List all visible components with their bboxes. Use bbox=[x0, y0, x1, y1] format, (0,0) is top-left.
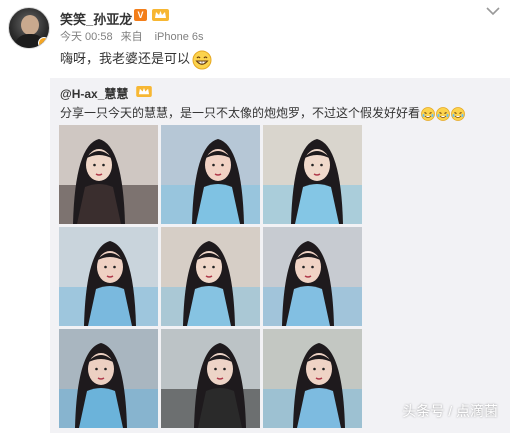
watermark: 头条号 / 点滴菌 bbox=[402, 403, 498, 419]
source-prefix: 来自 bbox=[120, 31, 143, 43]
photo-image bbox=[263, 329, 362, 428]
photo-image bbox=[59, 125, 158, 224]
photo-thumbnail[interactable] bbox=[59, 329, 158, 428]
photo-thumbnail[interactable] bbox=[161, 125, 260, 224]
post-time[interactable]: 今天 00:58 bbox=[60, 31, 113, 43]
photo-thumbnail[interactable] bbox=[59, 125, 158, 224]
crying-laugh-emoji-icon bbox=[421, 106, 435, 121]
photo-image bbox=[59, 329, 158, 428]
photo-image bbox=[263, 227, 362, 326]
author-name[interactable]: 笑笑_孙亚龙 bbox=[60, 9, 132, 28]
repost-block: @H-ax_慧慧 分享一只今天的慧慧，是一只不太像的炮炮罗，不过这个假发好好看 bbox=[50, 78, 510, 433]
author-avatar[interactable] bbox=[8, 7, 50, 49]
crying-laugh-emoji-icon bbox=[451, 106, 465, 121]
chevron-down-icon[interactable] bbox=[486, 6, 500, 16]
post-text: 嗨呀，我老婆还是可以 bbox=[60, 48, 212, 70]
photo-image bbox=[161, 227, 260, 326]
post-text-content: 嗨呀，我老婆还是可以 bbox=[60, 51, 191, 66]
photo-image bbox=[59, 227, 158, 326]
post-meta: 今天 00:58 来自 iPhone 6s bbox=[60, 28, 212, 44]
photo-thumbnail[interactable] bbox=[161, 329, 260, 428]
verified-badge-icon bbox=[38, 37, 49, 48]
photo-image bbox=[263, 125, 362, 224]
photo-thumbnail[interactable] bbox=[161, 227, 260, 326]
post-source[interactable]: iPhone 6s bbox=[155, 31, 204, 43]
member-crown-icon[interactable] bbox=[136, 86, 152, 97]
vip-badge-icon[interactable]: V bbox=[134, 9, 147, 21]
photo-thumbnail[interactable] bbox=[59, 227, 158, 326]
repost-author[interactable]: @H-ax_慧慧 bbox=[60, 85, 128, 102]
weibo-post: 笑笑_孙亚龙 V 今天 00:58 来自 iPhone 6s 嗨呀，我老婆还是可以 … bbox=[0, 0, 510, 433]
member-crown-icon[interactable] bbox=[152, 9, 169, 21]
laughing-emoji-icon bbox=[192, 50, 212, 70]
avatar-face bbox=[21, 15, 39, 35]
photo-thumbnail[interactable] bbox=[263, 329, 362, 428]
photo-thumbnail[interactable] bbox=[263, 227, 362, 326]
photo-image bbox=[161, 329, 260, 428]
repost-text-content: 分享一只今天的慧慧，是一只不太像的炮炮罗，不过这个假发好好看 bbox=[60, 106, 421, 120]
photo-thumbnail[interactable] bbox=[263, 125, 362, 224]
crying-laugh-emoji-icon bbox=[436, 106, 450, 121]
repost-text: 分享一只今天的慧慧，是一只不太像的炮炮罗，不过这个假发好好看 bbox=[60, 104, 465, 121]
photo-image bbox=[161, 125, 260, 224]
